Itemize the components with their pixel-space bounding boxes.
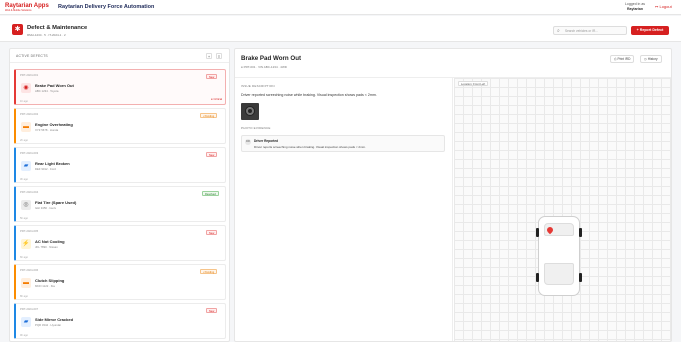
status-badge: New [206, 230, 218, 235]
brake-hub [248, 109, 252, 113]
history-label: History [647, 57, 658, 61]
timestamp: 1h ago [20, 100, 28, 103]
defect-list-panel: ACTIVE DEFECTS + ≡ PRT-2024-001 ◉ Brake Pa… [9, 48, 230, 342]
wheel-front-right [579, 228, 582, 237]
engine-icon: ▬ [21, 122, 31, 132]
update-entry: DR Driver Reported Driver reports screec… [241, 135, 445, 152]
status-badge: Resolved [202, 191, 219, 196]
logout-icon: ↦ [655, 4, 659, 9]
wheel-rear-right [579, 273, 582, 282]
user-name: Raytarian [627, 7, 643, 11]
defect-id: PRT-2024-004 [20, 190, 39, 194]
page-meta: RMH-1234 · 5 · IT-2024-1 · 2 [27, 33, 66, 37]
defect-id: PRT-2024-005 [20, 229, 39, 233]
timestamp: 3h ago [20, 178, 28, 181]
location-label: Location: Front Left [458, 81, 489, 86]
vehicle-info: MNO 1122 · Kia [35, 284, 55, 288]
defect-card[interactable]: PRT-2024-004 ◎ Flat Tire (Spare Used) GHI 3… [14, 186, 226, 222]
brake-icon: ◉ [21, 83, 31, 93]
search-icon: ⌕ [557, 28, 560, 34]
defect-card[interactable]: PRT-2024-007 ▰ Side Mirror Cracked PQR 3344… [14, 303, 226, 339]
issue-description: Driver reported screeching noise while b… [241, 93, 377, 97]
status-badge: New [206, 74, 218, 79]
vehicle-info: ABC 1234 · Toyota [35, 89, 59, 93]
vehicle-location-map[interactable]: Location: Front Left [454, 78, 671, 341]
timestamp: 5h ago [20, 217, 28, 220]
wheel-front-left [536, 228, 539, 237]
defect-id: PRT-2024-006 [20, 268, 39, 272]
defect-id: PRT-2024-001 [20, 73, 39, 77]
add-icon[interactable]: + [206, 53, 212, 59]
timestamp: 9h ago [20, 334, 28, 337]
search-input[interactable]: ⌕ Search vehicles or IR... [553, 26, 627, 35]
filter-icon[interactable]: ≡ [216, 53, 222, 59]
defect-name: AC Not Cooling [35, 239, 65, 244]
app-title: Raytarian Delivery Force Automation [58, 4, 155, 10]
logout-label: Logout [659, 4, 672, 9]
defect-card[interactable]: PRT-2024-002 ▬ Engine Overheating XYZ 5678 … [14, 108, 226, 144]
timestamp: 6h ago [20, 256, 28, 259]
defect-id: PRT-2024-003 [20, 151, 39, 155]
clock-icon: ◷ [644, 57, 647, 61]
page-title: Defect & Maintenance [27, 25, 88, 31]
car-icon: ▰ [21, 317, 31, 327]
vehicle-diagram [538, 216, 580, 296]
rear-window [544, 263, 574, 285]
update-text: Driver reports screeching noise when bra… [254, 145, 366, 149]
history-button[interactable]: ◷ History [640, 55, 662, 63]
defect-card[interactable]: PRT-2024-001 ◉ Brake Pad Worn Out ABC 1234 … [14, 69, 226, 105]
print-button[interactable]: ⎙ Print IRD [610, 55, 635, 63]
status-badge: New [206, 308, 218, 313]
panel-title: ACTIVE DEFECTS [16, 54, 48, 58]
defect-name: Engine Overheating [35, 122, 73, 127]
wrench-icon: ✱ [12, 24, 23, 35]
brand-tagline: Web & Mobile Solutions [5, 9, 32, 12]
updates-label: PHOTO EVIDENCE [241, 126, 271, 130]
defect-name: Clutch Slipping [35, 278, 65, 283]
defect-name: Rear Light Broken [35, 161, 70, 166]
status-badge: New [206, 152, 218, 157]
defect-card[interactable]: PRT-2024-003 ▰ Rear Light Broken DEF 9012 ·… [14, 147, 226, 183]
update-author: Driver Reported [254, 139, 279, 143]
detail-title: Brake Pad Worn Out [241, 55, 302, 62]
defect-name: Side Mirror Cracked [35, 317, 74, 322]
print-label: Print IRD [617, 57, 631, 61]
defect-id: PRT-2024-002 [20, 112, 39, 116]
defect-card[interactable]: PRT-2024-005 ⚡ AC Not Cooling JKL 7890 · Ni… [14, 225, 226, 261]
column-divider [452, 78, 453, 341]
car-icon: ▰ [21, 161, 31, 171]
defect-id: PRT-2024-007 [20, 307, 39, 311]
user-info: Logged in as Raytarian [616, 2, 654, 12]
tire-icon: ◎ [21, 200, 31, 210]
engine-icon: ▬ [21, 278, 31, 288]
panel-header: ACTIVE DEFECTS + ≡ [10, 49, 229, 63]
issue-description-label: ISSUE DESCRIPTION [241, 84, 275, 88]
status-badge: • Pending [200, 269, 218, 274]
status-badge: • Pending [200, 113, 218, 118]
defect-name: Brake Pad Worn Out [35, 83, 74, 88]
vehicle-info: PQR 3344 · Hyundai [35, 323, 61, 327]
timestamp: 8h ago [20, 295, 28, 298]
priority-flag: ● Critical [211, 97, 223, 101]
avatar: DR [245, 139, 251, 145]
vehicle-info: GHI 3456 · Isuzu [35, 206, 57, 210]
top-bar: Raytarian Apps Web & Mobile Solutions Ra… [0, 0, 681, 15]
detail-meta: ● PRT-001 · VIN ABC-1234 · 4WD [241, 65, 287, 69]
report-defect-button[interactable]: + Report Defect [631, 26, 669, 35]
lightning-icon: ⚡ [21, 239, 31, 249]
defect-name: Flat Tire (Spare Used) [35, 200, 77, 205]
logout-button[interactable]: ↦ Logout [655, 4, 672, 10]
wheel-rear-left [536, 273, 539, 282]
brake-photo-thumbnail[interactable] [241, 103, 259, 120]
search-placeholder: Search vehicles or IR... [565, 29, 598, 33]
vehicle-info: JKL 7890 · Nissan [35, 245, 58, 249]
vehicle-info: DEF 9012 · Ford [35, 167, 56, 171]
defect-detail-panel: Brake Pad Worn Out ● PRT-001 · VIN ABC-1… [234, 48, 672, 342]
vehicle-info: XYZ 5678 · Honda [35, 128, 59, 132]
defect-card[interactable]: PRT-2024-006 ▬ Clutch Slipping MNO 1122 · K… [14, 264, 226, 300]
timestamp: 2h ago [20, 139, 28, 142]
